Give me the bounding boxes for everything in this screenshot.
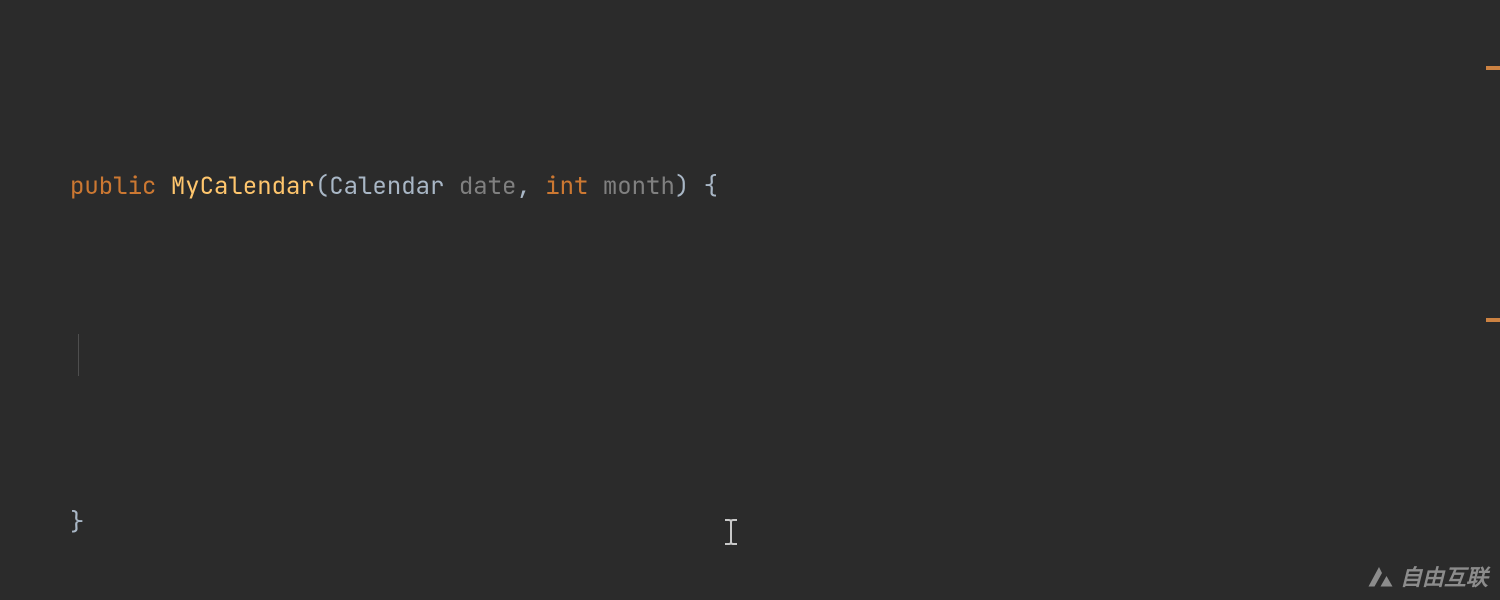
comma: , xyxy=(516,171,545,202)
code-line[interactable] xyxy=(0,334,1500,376)
type-calendar: Calendar xyxy=(329,171,459,202)
param-date: date xyxy=(459,171,517,202)
constructor-name: MyCalendar xyxy=(171,171,315,202)
watermark: 自由互联 xyxy=(1364,560,1488,592)
paren-close-brace: ) { xyxy=(675,171,718,202)
gutter-warning-marker[interactable] xyxy=(1486,318,1500,322)
paren-open: ( xyxy=(315,171,329,202)
gutter-warning-marker[interactable] xyxy=(1486,66,1500,70)
watermark-text: 自由互联 xyxy=(1400,560,1488,592)
code-editor[interactable]: public MyCalendar(Calendar date, int mon… xyxy=(0,0,1500,600)
indent-guide xyxy=(78,334,79,376)
brace-close: } xyxy=(70,507,84,538)
space xyxy=(588,171,602,202)
watermark-icon xyxy=(1364,561,1394,591)
code-line[interactable]: public MyCalendar(Calendar date, int mon… xyxy=(0,166,1500,208)
code-line[interactable]: } xyxy=(0,502,1500,544)
keyword-public: public xyxy=(70,171,156,202)
param-month: month xyxy=(603,171,675,202)
keyword-int: int xyxy=(545,171,588,202)
